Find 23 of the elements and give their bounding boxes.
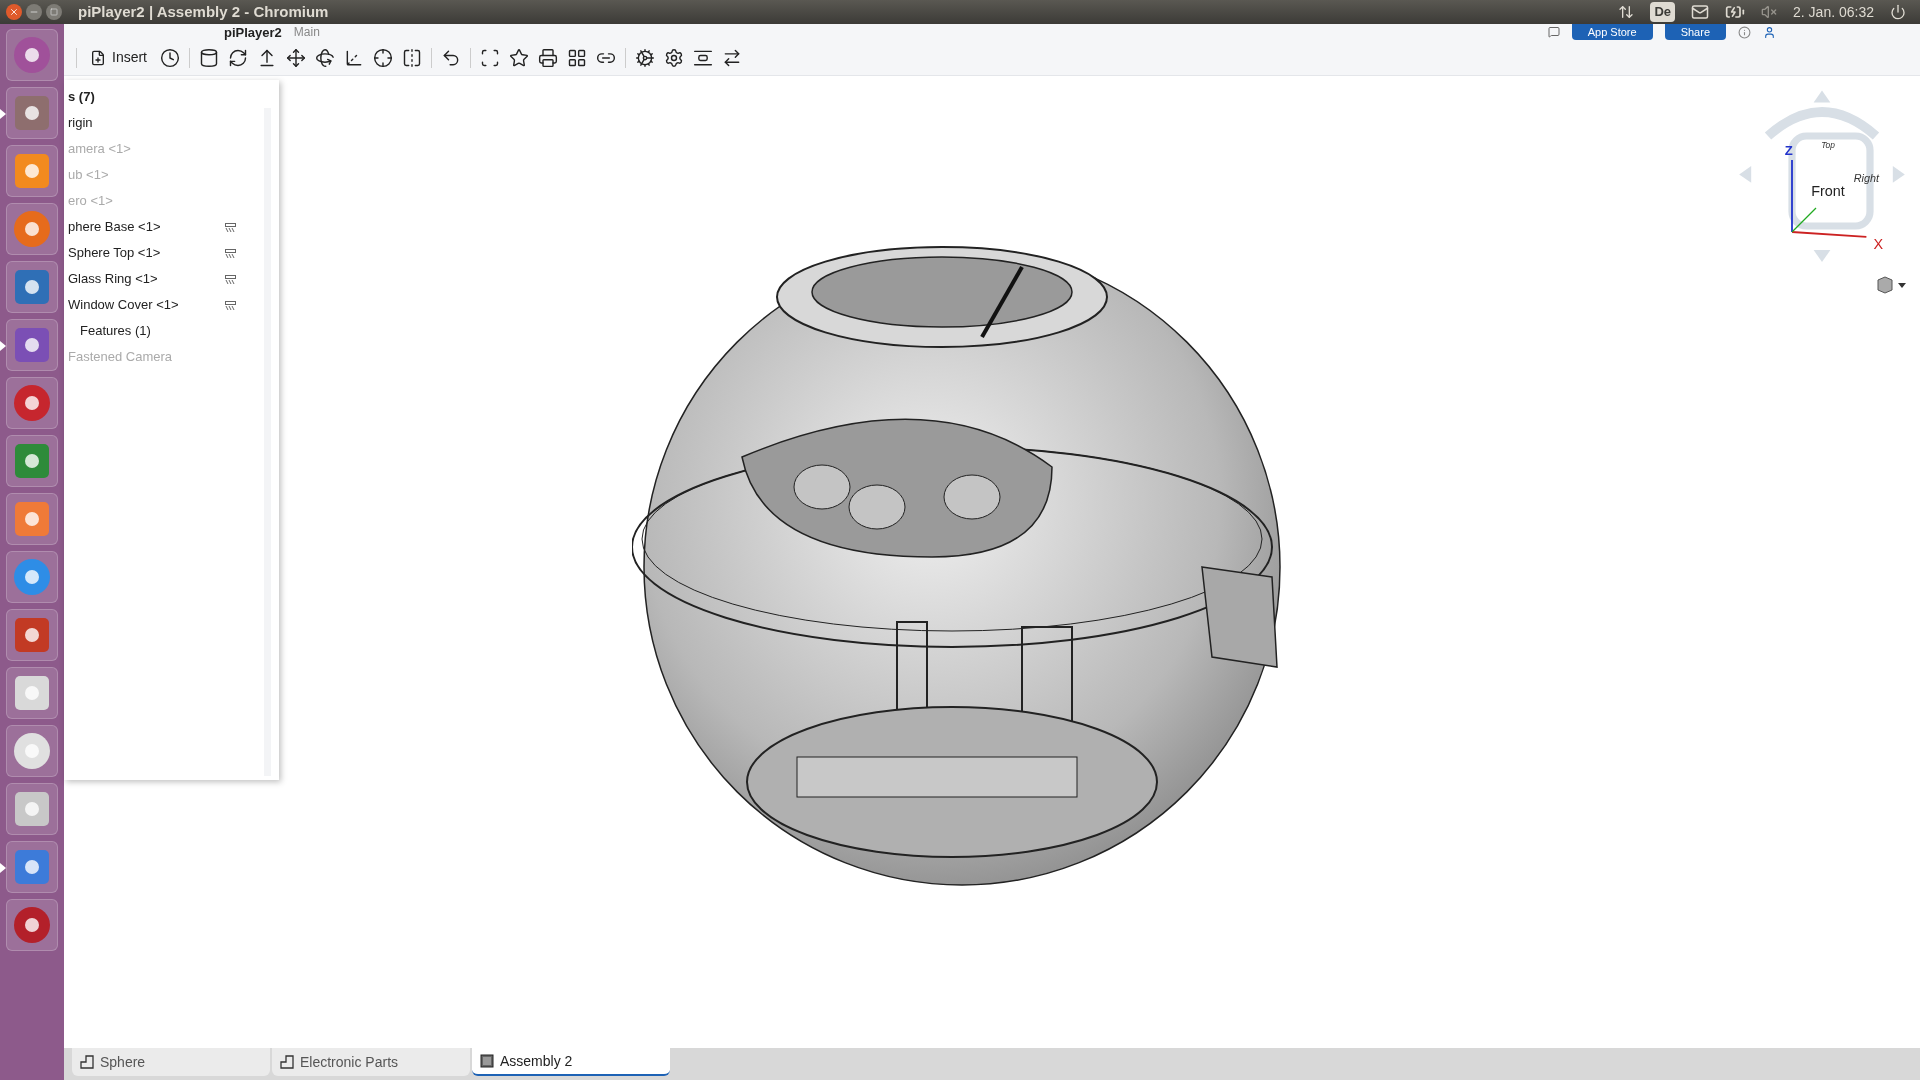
x-axis-label: X [1873, 235, 1884, 252]
clock[interactable]: 2. Jan. 06:32 [1793, 1, 1874, 23]
document-name[interactable]: piPlayer2 [224, 25, 282, 39]
window-title: piPlayer2 | Assembly 2 - Chromium [78, 1, 329, 22]
header-button[interactable]: App Store [1571, 24, 1653, 40]
tree-item[interactable]: Window Cover <1> [64, 295, 179, 315]
tree-item[interactable]: rigin [64, 113, 93, 133]
right-face-label[interactable]: Right [1853, 171, 1879, 184]
tree-group-heading[interactable]: s (7) [64, 87, 95, 107]
tree-item[interactable]: phere Base <1> [64, 217, 161, 237]
keyboard-indicator[interactable]: De [1650, 2, 1676, 22]
tree-group-heading[interactable]: Features (1) [64, 321, 151, 341]
document-tab[interactable]: Sphere [72, 1048, 270, 1076]
view-cube-drawing[interactable]: Top Right Front Z X [1732, 88, 1912, 268]
z-axis-label: Z [1784, 143, 1793, 159]
document-tab[interactable]: Electronic Parts [272, 1048, 470, 1076]
top-face-label[interactable]: Top [1821, 140, 1835, 150]
front-face-label[interactable]: Front [1811, 183, 1845, 199]
tree-item[interactable]: Glass Ring <1> [64, 269, 158, 289]
tree-item[interactable]: Sphere Top <1> [64, 243, 161, 263]
document-tab[interactable]: Assembly 2 [472, 1048, 670, 1076]
header-button[interactable]: Share [1664, 24, 1726, 40]
insert-button[interactable]: Insert [86, 47, 151, 68]
